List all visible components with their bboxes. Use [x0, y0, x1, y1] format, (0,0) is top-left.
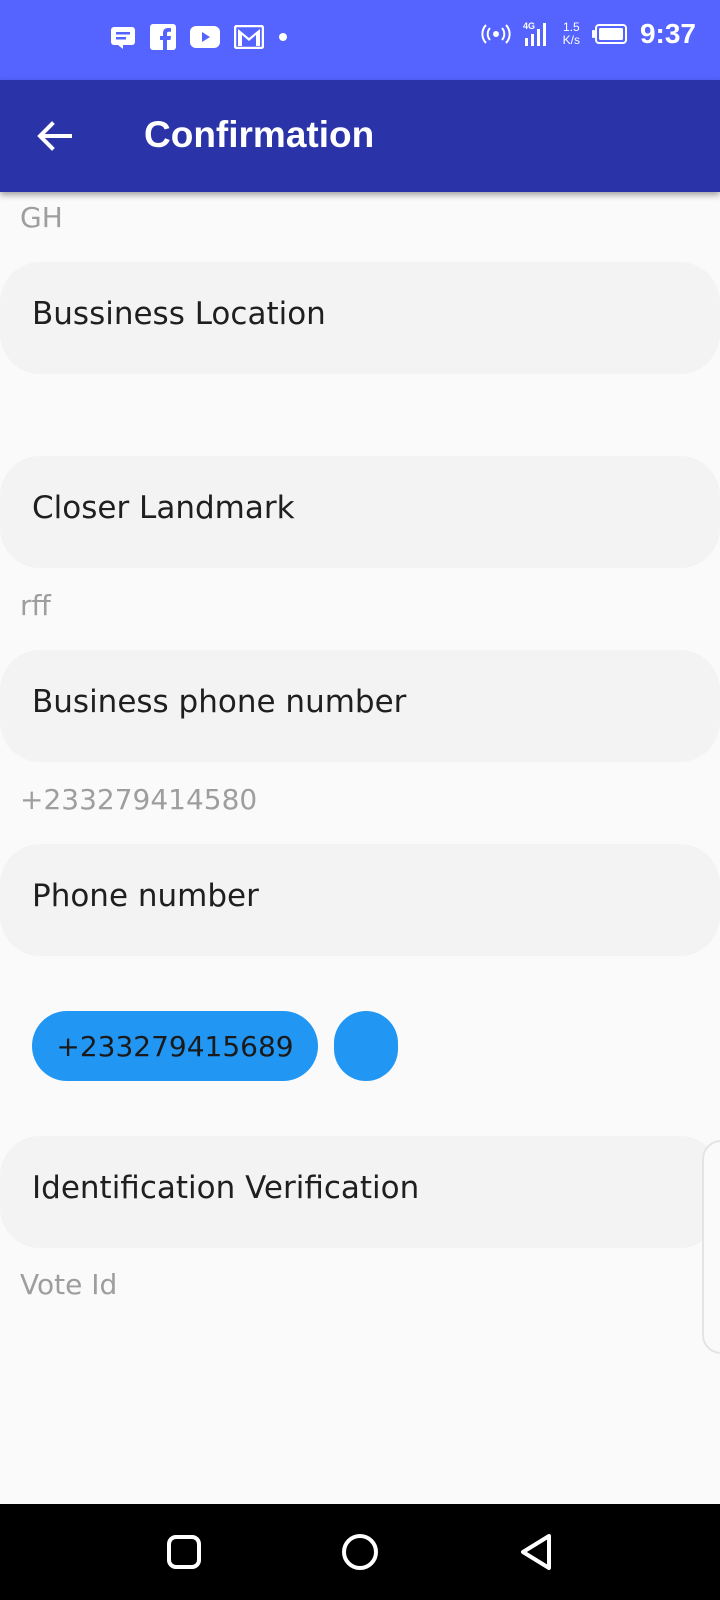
landmark-value: rff [20, 589, 51, 622]
circle-icon [342, 1534, 378, 1570]
phone-field[interactable]: Phone number [0, 844, 720, 956]
country-value: GH [20, 201, 63, 234]
svg-text:4G: 4G [523, 21, 535, 31]
signal-icon: 4G [523, 20, 551, 48]
dot-icon [278, 32, 288, 42]
business-location-field[interactable]: Bussiness Location [0, 262, 720, 374]
status-time: 9:37 [639, 18, 696, 49]
page-title: Confirmation [144, 114, 375, 155]
navigation-bar [0, 1504, 720, 1600]
edge-panel-handle[interactable] [702, 1140, 720, 1354]
battery-icon [591, 24, 628, 44]
notification-icons [110, 24, 288, 50]
id-verification-field[interactable]: Identification Verification [0, 1136, 720, 1248]
youtube-icon [190, 26, 220, 48]
phone-label: Phone number [32, 878, 259, 914]
arrow-left-icon [37, 121, 72, 151]
phone-chip[interactable]: +233279415689 [32, 1011, 318, 1081]
business-phone-value: +233279414580 [20, 783, 258, 816]
id-value: Vote Id [20, 1268, 118, 1301]
gmail-icon [234, 25, 264, 49]
landmark-field[interactable]: Closer Landmark [0, 456, 720, 568]
status-right: 4G 1.5 K/s 9:37 [481, 18, 696, 50]
recents-button[interactable] [160, 1528, 208, 1576]
back-button[interactable] [24, 108, 84, 164]
app-bar: Confirmation [0, 80, 720, 192]
facebook-icon [150, 24, 176, 50]
triangle-back-icon [521, 1534, 551, 1570]
hotspot-icon [481, 23, 511, 45]
business-location-label: Bussiness Location [32, 296, 326, 332]
id-verification-label: Identification Verification [32, 1170, 420, 1206]
notification-icon [110, 25, 136, 49]
square-icon [167, 1535, 201, 1569]
home-button[interactable] [336, 1528, 384, 1576]
network-speed: 1.5 K/s [563, 21, 580, 47]
back-nav-button[interactable] [512, 1528, 560, 1576]
status-bar: 4G 1.5 K/s 9:37 [0, 0, 720, 80]
business-phone-field[interactable]: Business phone number [0, 650, 720, 762]
speed-unit: K/s [562, 33, 580, 47]
business-phone-label: Business phone number [32, 684, 407, 720]
landmark-label: Closer Landmark [32, 490, 295, 526]
add-phone-button[interactable] [334, 1011, 398, 1081]
